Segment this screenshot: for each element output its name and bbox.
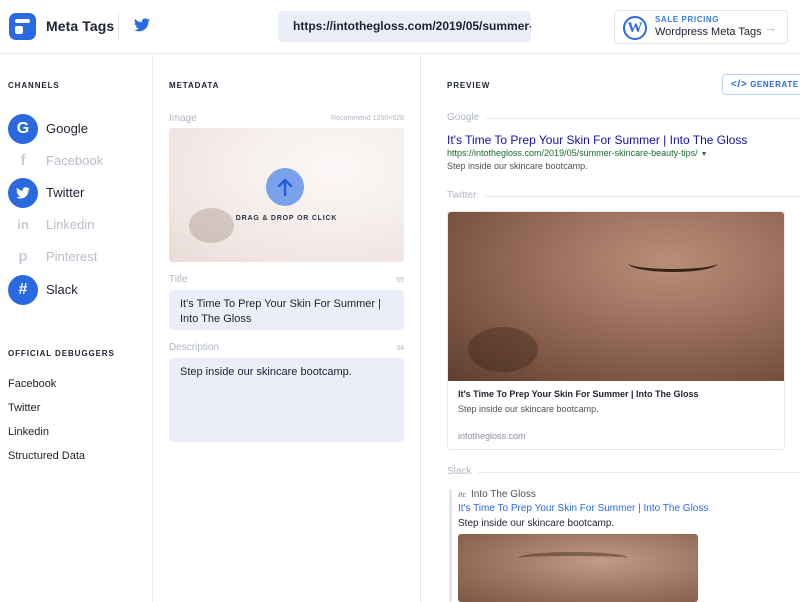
- site-favicon-icon: itc: [458, 490, 466, 499]
- twitter-share-icon[interactable]: [134, 18, 150, 37]
- slack-title-link[interactable]: It's Time To Prep Your Skin For Summer |…: [458, 503, 708, 514]
- slack-attachment-bar: [449, 489, 452, 602]
- column-divider: [420, 55, 421, 602]
- divider: [485, 196, 800, 197]
- channels-heading: CHANNELS: [8, 81, 60, 90]
- image-detail: [468, 327, 538, 372]
- brand-name[interactable]: Meta Tags: [46, 18, 114, 34]
- generate-button[interactable]: </> GENERATE M: [722, 74, 800, 95]
- title-char-count: 55: [396, 277, 404, 284]
- caret-down-icon: ▼: [700, 151, 708, 158]
- facebook-icon: f: [20, 152, 26, 169]
- meta-tags-logo-icon[interactable]: [9, 13, 36, 40]
- google-result-url: https://intothegloss.com/2019/05/summer-…: [447, 148, 708, 158]
- google-preview-label: Google: [447, 112, 480, 123]
- wordpress-promo-button[interactable]: W SALE PRICING Wordpress Meta Tags →: [614, 10, 788, 44]
- header-divider: [118, 14, 119, 40]
- google-result-title[interactable]: It's Time To Prep Your Skin For Summer |…: [447, 133, 747, 147]
- arrow-right-icon: →: [763, 19, 777, 35]
- debugger-link-structured-data[interactable]: Structured Data: [8, 450, 85, 462]
- channel-google[interactable]: G Google: [8, 114, 148, 144]
- channel-label: Linkedin: [46, 217, 95, 232]
- channel-pinterest[interactable]: p Pinterest: [8, 242, 148, 272]
- wordpress-icon: W: [623, 16, 647, 40]
- channel-facebook[interactable]: f Facebook: [8, 146, 148, 176]
- metadata-heading: METADATA: [169, 81, 220, 90]
- channel-label: Google: [46, 121, 88, 136]
- channel-label: Slack: [46, 282, 78, 297]
- description-field[interactable]: Step inside our skincare bootcamp.: [169, 358, 404, 442]
- debugger-link-facebook[interactable]: Facebook: [8, 378, 56, 390]
- twitter-card-domain: intothegloss.com: [458, 431, 526, 441]
- google-result-description: Step inside our skincare bootcamp.: [447, 161, 588, 171]
- column-divider: [152, 55, 153, 602]
- slack-site-label: Into The Gloss: [471, 489, 536, 500]
- google-url-text: https://intothegloss.com/2019/05/summer-…: [447, 148, 698, 158]
- channel-label: Twitter: [46, 185, 85, 200]
- slack-preview-image: [458, 534, 698, 602]
- sale-pricing-label: SALE PRICING: [655, 15, 720, 24]
- debuggers-heading: OFFICIAL DEBUGGERS: [8, 349, 115, 358]
- image-dropzone[interactable]: DRAG & DROP OR CLICK: [169, 128, 404, 262]
- channel-label: Pinterest: [46, 249, 98, 264]
- channel-linkedin[interactable]: in Linkedin: [8, 210, 148, 240]
- linkedin-icon: in: [17, 217, 29, 232]
- twitter-card-image: [448, 212, 784, 381]
- url-input[interactable]: https://intothegloss.com/2019/05/summer-: [278, 11, 531, 42]
- twitter-card[interactable]: It's Time To Prep Your Skin For Summer |…: [447, 211, 785, 450]
- title-label: Title: [169, 274, 188, 285]
- divider: [478, 472, 800, 473]
- image-label: Image: [169, 113, 197, 124]
- slack-description: Step inside our skincare bootcamp.: [458, 518, 615, 529]
- divider: [486, 118, 800, 119]
- channel-slack[interactable]: # Slack: [8, 275, 148, 305]
- slack-site-name: itc Into The Gloss: [458, 489, 536, 500]
- debugger-link-linkedin[interactable]: Linkedin: [8, 426, 49, 438]
- preview-image-faded: [189, 208, 234, 243]
- image-recommendation: Recommend 1200×628: [331, 115, 404, 122]
- twitter-icon: [8, 178, 38, 208]
- channel-label: Facebook: [46, 153, 104, 168]
- slack-icon: #: [8, 275, 38, 305]
- twitter-card-description: Step inside our skincare bootcamp.: [458, 404, 599, 414]
- upload-arrow-icon[interactable]: [266, 168, 304, 206]
- image-detail: [518, 552, 628, 564]
- generate-label: GENERATE M: [750, 80, 800, 89]
- wordpress-meta-tags-label: Wordpress Meta Tags: [655, 26, 762, 38]
- title-field[interactable]: It's Time To Prep Your Skin For Summer |…: [169, 290, 404, 330]
- top-header: Meta Tags https://intothegloss.com/2019/…: [0, 0, 800, 54]
- pinterest-icon: p: [18, 248, 28, 265]
- slack-preview-label: Slack: [447, 466, 472, 477]
- debugger-link-twitter[interactable]: Twitter: [8, 402, 40, 414]
- twitter-preview-label: Twitter: [447, 190, 477, 201]
- description-char-count: 34: [396, 345, 404, 352]
- code-icon: </>: [731, 79, 748, 90]
- description-label: Description: [169, 342, 220, 353]
- twitter-card-title: It's Time To Prep Your Skin For Summer |…: [458, 389, 699, 399]
- drop-instructions: DRAG & DROP OR CLICK: [235, 215, 338, 222]
- google-icon: G: [8, 114, 38, 144]
- preview-heading: PREVIEW: [447, 81, 491, 90]
- image-detail: [628, 254, 718, 272]
- channel-twitter[interactable]: Twitter: [8, 178, 148, 208]
